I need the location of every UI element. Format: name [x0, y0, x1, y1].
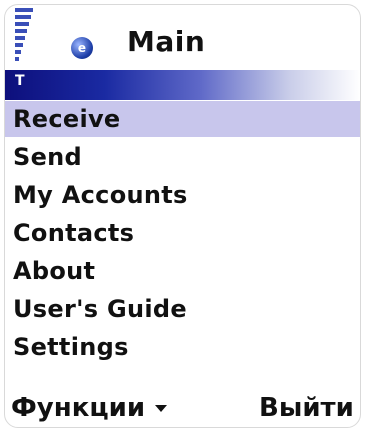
menu-item-settings[interactable]: Settings	[5, 329, 360, 365]
app-icon-letter: e	[77, 41, 87, 55]
menu-item-send[interactable]: Send	[5, 139, 360, 175]
band-indicator-icon: T	[15, 73, 25, 89]
app-icon: e	[71, 37, 93, 59]
menu-item-users-guide[interactable]: User's Guide	[5, 291, 360, 327]
menu-item-contacts[interactable]: Contacts	[5, 215, 360, 251]
functions-softkey-label: Функции	[11, 393, 146, 423]
phone-screen: e Main T Receive Send My Accounts Contac…	[4, 4, 361, 428]
menu-item-about[interactable]: About	[5, 253, 360, 289]
softkey-bar: Функции Выйти	[5, 393, 360, 427]
title-band: T	[5, 70, 360, 100]
exit-softkey[interactable]: Выйти	[259, 393, 354, 423]
functions-softkey[interactable]: Функции	[11, 393, 168, 423]
menu-item-receive[interactable]: Receive	[5, 101, 360, 137]
chevron-down-icon	[155, 405, 168, 412]
menu-item-my-accounts[interactable]: My Accounts	[5, 177, 360, 213]
signal-strength-icon	[15, 8, 35, 62]
main-menu: Receive Send My Accounts Contacts About …	[5, 101, 360, 365]
screen-title: Main	[127, 25, 206, 58]
header: e Main	[5, 5, 360, 69]
